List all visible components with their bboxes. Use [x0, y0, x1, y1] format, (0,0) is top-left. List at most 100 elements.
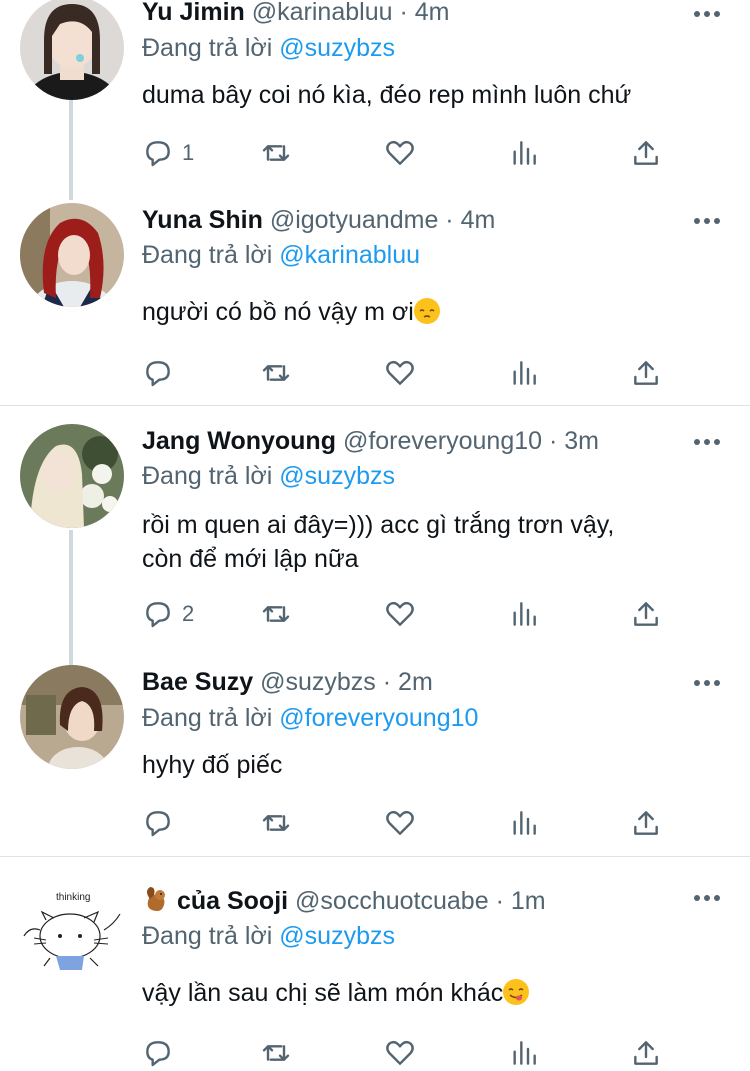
share-icon — [634, 811, 658, 835]
timestamp[interactable]: 4m — [461, 206, 496, 234]
analytics-button[interactable] — [508, 135, 540, 171]
user-handle[interactable]: @socchuotcuabe — [295, 887, 489, 915]
more-options-icon[interactable] — [694, 217, 720, 225]
more-options-icon[interactable] — [694, 10, 720, 18]
more-options-icon[interactable] — [694, 438, 720, 446]
avatar[interactable] — [20, 0, 124, 100]
retweet-button[interactable] — [260, 355, 292, 391]
display-name[interactable]: Yu Jimin — [142, 0, 245, 26]
reply-handle-link[interactable]: @suzybzs — [279, 34, 395, 62]
like-button[interactable] — [384, 135, 416, 171]
reply-button[interactable] — [142, 1035, 174, 1071]
tweet-header: Yu Jimin @karinabluu · 4m — [142, 0, 449, 27]
timestamp[interactable]: 1m — [511, 887, 546, 915]
avatar[interactable] — [20, 424, 124, 528]
share-button[interactable] — [630, 1035, 662, 1071]
avatar-caption: thinking — [56, 892, 90, 903]
tweet-3[interactable]: Jang Wonyoung @foreveryoung10 · 3m Đang … — [0, 420, 750, 665]
replying-to: Đang trả lời @foreveryoung10 — [142, 703, 478, 733]
retweet-button[interactable] — [260, 596, 292, 632]
retweet-button[interactable] — [260, 1035, 292, 1071]
separator: · — [445, 206, 454, 234]
heart-icon — [386, 810, 414, 835]
like-button[interactable] — [384, 1035, 416, 1071]
display-name[interactable]: Yuna Shin — [142, 206, 263, 234]
more-options-icon[interactable] — [694, 894, 720, 902]
replying-to: Đang trả lời @suzybzs — [142, 33, 395, 63]
thread-line — [69, 530, 73, 665]
tweet-header: Bae Suzy @suzybzs · 2m — [142, 667, 433, 697]
user-handle[interactable]: @foreveryoung10 — [343, 427, 542, 455]
timestamp[interactable]: 4m — [415, 0, 450, 26]
replying-to-label: Đang trả lời — [142, 241, 273, 269]
reply-button[interactable]: 2 — [142, 596, 194, 632]
user-handle[interactable]: @igotyuandme — [270, 206, 439, 234]
tweet-header: của Sooji @socchuotcuabe · 1m — [142, 885, 546, 916]
analytics-button[interactable] — [508, 805, 540, 841]
tweet-text: người có bồ nó vậy m ơi — [142, 295, 732, 329]
action-bar: 2 — [142, 596, 682, 632]
analytics-button[interactable] — [508, 596, 540, 632]
analytics-icon — [513, 141, 536, 165]
tweet-text-line: còn để mới lập nữa — [142, 545, 359, 573]
reply-count: 1 — [182, 140, 195, 165]
retweet-icon — [262, 815, 290, 831]
replying-to-label: Đang trả lời — [142, 34, 273, 62]
share-button[interactable] — [630, 355, 662, 391]
tweet-1[interactable]: Yu Jimin @karinabluu · 4m Đang trả lời @… — [0, 0, 750, 200]
heart-icon — [386, 601, 414, 626]
reply-button[interactable] — [142, 805, 174, 841]
separator: · — [399, 0, 408, 26]
tweet-4[interactable]: Bae Suzy @suzybzs · 2m Đang trả lời @for… — [0, 665, 750, 855]
like-button[interactable] — [384, 355, 416, 391]
tweet-2[interactable]: Yuna Shin @igotyuandme · 4m Đang trả lời… — [0, 200, 750, 405]
retweet-button[interactable] — [260, 135, 292, 171]
share-button[interactable] — [630, 805, 662, 841]
analytics-button[interactable] — [508, 1035, 540, 1071]
tweet-text: duma bây coi nó kìa, đéo rep mình luôn c… — [142, 81, 632, 109]
retweet-icon — [262, 365, 290, 381]
avatar[interactable] — [20, 665, 124, 769]
separator: · — [382, 668, 392, 696]
share-icon — [634, 1041, 658, 1065]
action-bar: 1 — [142, 135, 682, 171]
heart-icon — [386, 1040, 414, 1065]
timestamp[interactable]: 3m — [564, 427, 599, 455]
tweet-5[interactable]: thinking của Sooji @socchuotcuabe · 1m Đ… — [0, 870, 750, 1070]
user-handle[interactable]: @suzybzs — [260, 668, 376, 696]
tweet-text-line: rồi m quen ai đây=))) acc gì trắng trơn … — [142, 511, 615, 539]
avatar[interactable]: thinking — [20, 880, 124, 984]
share-icon — [634, 361, 658, 385]
yum-face-emoji — [503, 979, 530, 1005]
reply-handle-link[interactable]: @suzybzs — [279, 922, 395, 950]
replying-to-label: Đang trả lời — [142, 462, 273, 490]
retweet-button[interactable] — [260, 805, 292, 841]
tweet-header: Jang Wonyoung @foreveryoung10 · 3m — [142, 426, 599, 456]
tweet-text: vậy lần sau chị sẽ làm món khác — [142, 976, 732, 1010]
display-name[interactable]: Jang Wonyoung — [142, 427, 336, 455]
analytics-button[interactable] — [508, 355, 540, 391]
reply-icon — [146, 141, 170, 167]
like-button[interactable] — [384, 596, 416, 632]
share-button[interactable] — [630, 135, 662, 171]
squirrel-emoji — [142, 885, 170, 913]
share-button[interactable] — [630, 596, 662, 632]
heart-icon — [386, 360, 414, 385]
separator: · — [495, 887, 504, 915]
replying-to-label: Đang trả lời — [142, 922, 273, 950]
replying-to: Đang trả lời @karinabluu — [142, 240, 420, 270]
reply-handle-link[interactable]: @karinabluu — [279, 241, 420, 269]
display-name[interactable]: Bae Suzy — [142, 668, 253, 696]
user-handle[interactable]: @karinabluu — [252, 0, 393, 26]
like-button[interactable] — [384, 805, 416, 841]
reply-button[interactable] — [142, 355, 174, 391]
display-name[interactable]: của Sooji — [177, 887, 288, 915]
reply-count: 2 — [182, 601, 195, 626]
reply-handle-link[interactable]: @foreveryoung10 — [279, 704, 478, 732]
reply-handle-link[interactable]: @suzybzs — [279, 462, 395, 490]
reply-button[interactable]: 1 — [142, 135, 194, 171]
avatar[interactable] — [20, 203, 124, 307]
analytics-icon — [513, 1041, 536, 1065]
more-options-icon[interactable] — [694, 679, 720, 687]
timestamp[interactable]: 2m — [398, 668, 433, 696]
